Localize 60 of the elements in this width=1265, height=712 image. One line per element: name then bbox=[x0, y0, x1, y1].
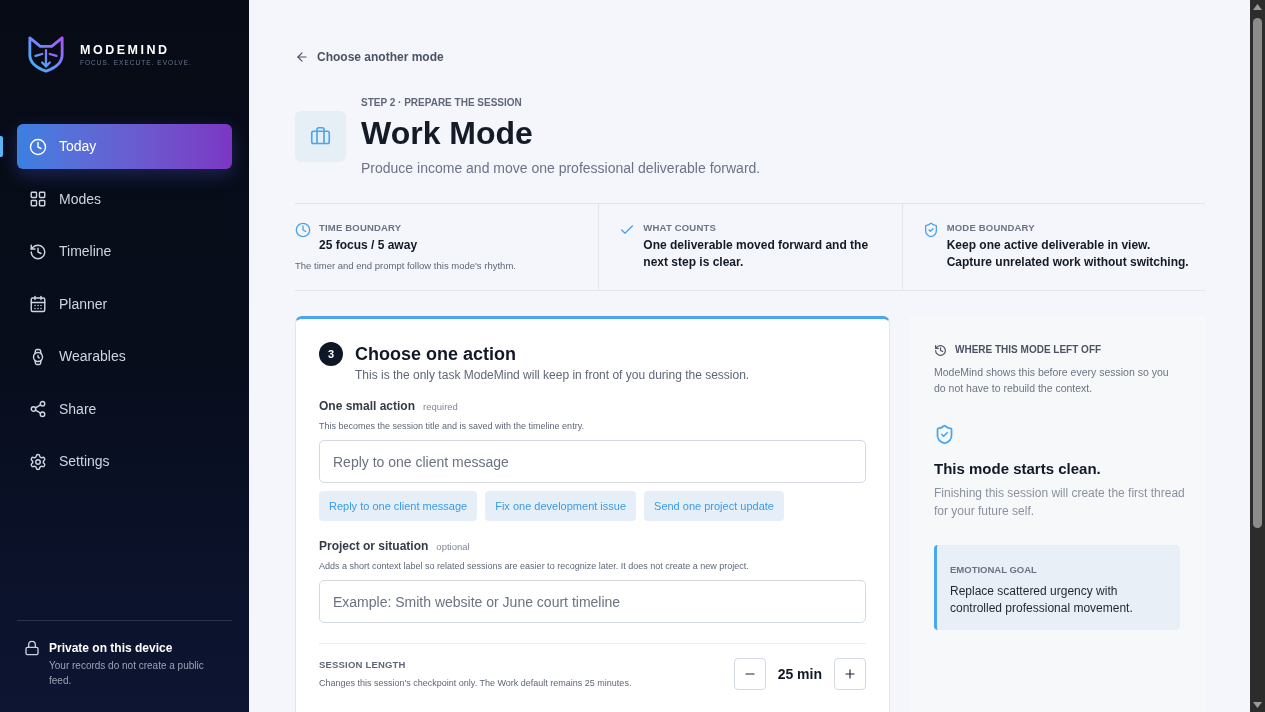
shield-check-icon bbox=[922, 222, 939, 238]
page-title: Work Mode bbox=[361, 114, 534, 153]
session-length-label: SESSION LENGTH bbox=[319, 658, 407, 672]
boundary-label: TIME BOUNDARY bbox=[319, 221, 403, 235]
text-input[interactable]: Example: Smith website or June court timeline bbox=[319, 580, 866, 623]
history-icon bbox=[29, 242, 47, 261]
boundary-value: One deliverable moved forward and the next step is clear. bbox=[643, 237, 870, 271]
privacy-text: Your records do not create a public feed. bbox=[49, 659, 205, 688]
nav-item[interactable]: Timeline bbox=[17, 229, 232, 274]
step-label: STEP 2 · PREPARE THE SESSION bbox=[361, 96, 523, 110]
card-subtitle: This is the only task ModeMind will keep in front of you during the session. bbox=[355, 367, 751, 383]
boundary-value: 25 focus / 5 away bbox=[319, 237, 418, 254]
back-link[interactable]: Choose another mode bbox=[295, 48, 444, 66]
clock-icon bbox=[295, 222, 311, 238]
goal-label: EMOTIONAL GOAL bbox=[950, 563, 1038, 577]
nav-item[interactable]: Planner bbox=[17, 281, 232, 327]
clock-icon bbox=[29, 137, 47, 156]
briefcase-icon bbox=[295, 111, 346, 162]
boundary-value: Keep one active deliverable in view. Capture unrelated work without switching. bbox=[946, 237, 1190, 271]
boundary-label: MODE BOUNDARY bbox=[946, 221, 1036, 235]
privacy-title: Private on this device bbox=[49, 640, 174, 656]
grid-icon bbox=[29, 190, 47, 208]
nav-item[interactable]: Modes bbox=[17, 176, 232, 222]
plus-icon bbox=[843, 667, 857, 681]
text-input[interactable]: Reply to one client message bbox=[319, 440, 866, 483]
boundary-note: The timer and end prompt follow this mode's rhythm. bbox=[295, 259, 517, 273]
scroll-up-icon[interactable] bbox=[1253, 4, 1262, 10]
panel-title: WHERE THIS MODE LEFT OFF bbox=[955, 343, 1102, 357]
scroll-down-icon[interactable] bbox=[1253, 702, 1262, 708]
nav-item[interactable]: Share bbox=[17, 386, 232, 432]
field-label: One small action bbox=[319, 398, 416, 415]
session-length-help: Changes this session's checkpoint only. The Work default remains 25 minutes. bbox=[319, 677, 632, 690]
status-text: Finishing this session will create the first thread for your future self. bbox=[934, 485, 1186, 520]
lock-icon bbox=[24, 640, 40, 656]
field-label: Project or situation bbox=[319, 538, 429, 555]
fox-head-logo bbox=[27, 35, 65, 73]
settings-icon bbox=[29, 452, 47, 471]
shield-check-icon bbox=[934, 424, 955, 445]
field-tag: optional bbox=[436, 540, 470, 555]
field-help: This becomes the session title and is saved with the timeline entry. bbox=[319, 420, 585, 433]
nav-item[interactable]: Settings bbox=[17, 439, 232, 484]
boundary-label: WHAT COUNTS bbox=[643, 221, 717, 235]
increase-button[interactable] bbox=[834, 658, 866, 690]
brand-name: MODEMIND bbox=[80, 41, 171, 58]
goal-text: Replace scattered urgency with controlled professional movement. bbox=[950, 583, 1134, 617]
share-icon bbox=[29, 400, 47, 418]
scrollbar-thumb[interactable] bbox=[1253, 18, 1262, 528]
field-tag: required bbox=[423, 400, 458, 415]
field-help: Adds a short context label so related sessions are easier to recognize later. It does not create a new project. bbox=[319, 560, 750, 573]
card-title: Choose one action bbox=[355, 343, 516, 366]
session-length-value: 25 min bbox=[777, 664, 822, 684]
panel-text: ModeMind shows this before every session so you do not have to rebuild the context. bbox=[934, 365, 1170, 396]
nav-item[interactable]: Wearables bbox=[17, 334, 232, 379]
step-number: 3 bbox=[319, 342, 343, 366]
status-title: This mode starts clean. bbox=[934, 459, 1102, 479]
active-indicator bbox=[0, 136, 3, 157]
calendar-icon bbox=[29, 295, 47, 313]
history-icon bbox=[934, 343, 947, 357]
scrollbar[interactable] bbox=[1250, 0, 1265, 712]
page-subtitle: Produce income and move one professional deliverable forward. bbox=[361, 159, 761, 177]
